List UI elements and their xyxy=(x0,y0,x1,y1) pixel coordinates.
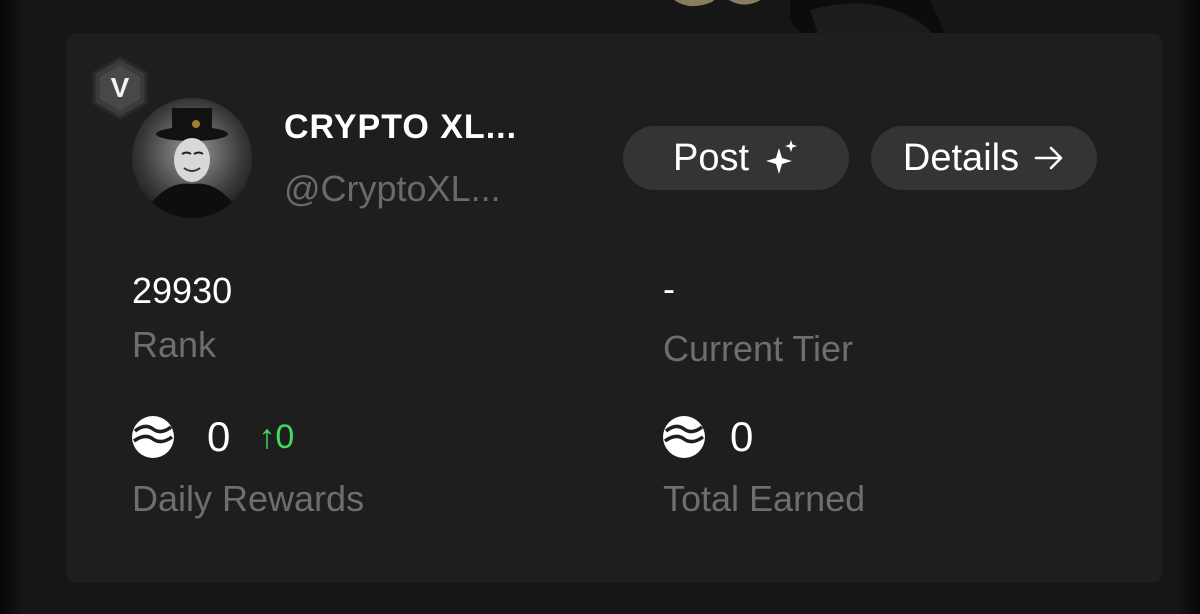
token-coin-icon xyxy=(132,416,174,458)
avatar[interactable] xyxy=(132,98,252,218)
verified-badge-letter: V xyxy=(110,72,130,103)
page: V CRYPTO XL... @CryptoXL... Post Details… xyxy=(0,0,1200,614)
tier-value: - xyxy=(663,268,675,309)
post-button-label: Post xyxy=(672,136,750,179)
total-earned-label: Total Earned xyxy=(663,478,866,519)
rank-value: 29930 xyxy=(132,270,233,311)
details-button[interactable]: Details xyxy=(871,126,1097,190)
tier-label: Current Tier xyxy=(663,328,854,369)
post-button[interactable]: Post xyxy=(623,126,849,190)
arrow-right-icon xyxy=(1034,146,1063,170)
daily-rewards-delta: ↑0 xyxy=(258,417,295,456)
profile-name: CRYPTO XL... xyxy=(284,108,518,146)
details-button-label: Details xyxy=(902,136,1020,179)
daily-rewards-row: 0 ↑0 xyxy=(131,412,294,462)
profile-handle: @CryptoXL... xyxy=(284,168,501,209)
total-earned-value: 0 xyxy=(730,413,754,460)
total-earned-row: 0 xyxy=(662,412,753,462)
daily-rewards-value: 0 xyxy=(207,413,231,460)
sparkle-icon xyxy=(766,140,798,174)
masked-figure-avatar-icon xyxy=(132,98,252,218)
rank-label: Rank xyxy=(132,324,217,365)
daily-rewards-label: Daily Rewards xyxy=(132,478,365,519)
token-coin-icon xyxy=(663,416,705,458)
